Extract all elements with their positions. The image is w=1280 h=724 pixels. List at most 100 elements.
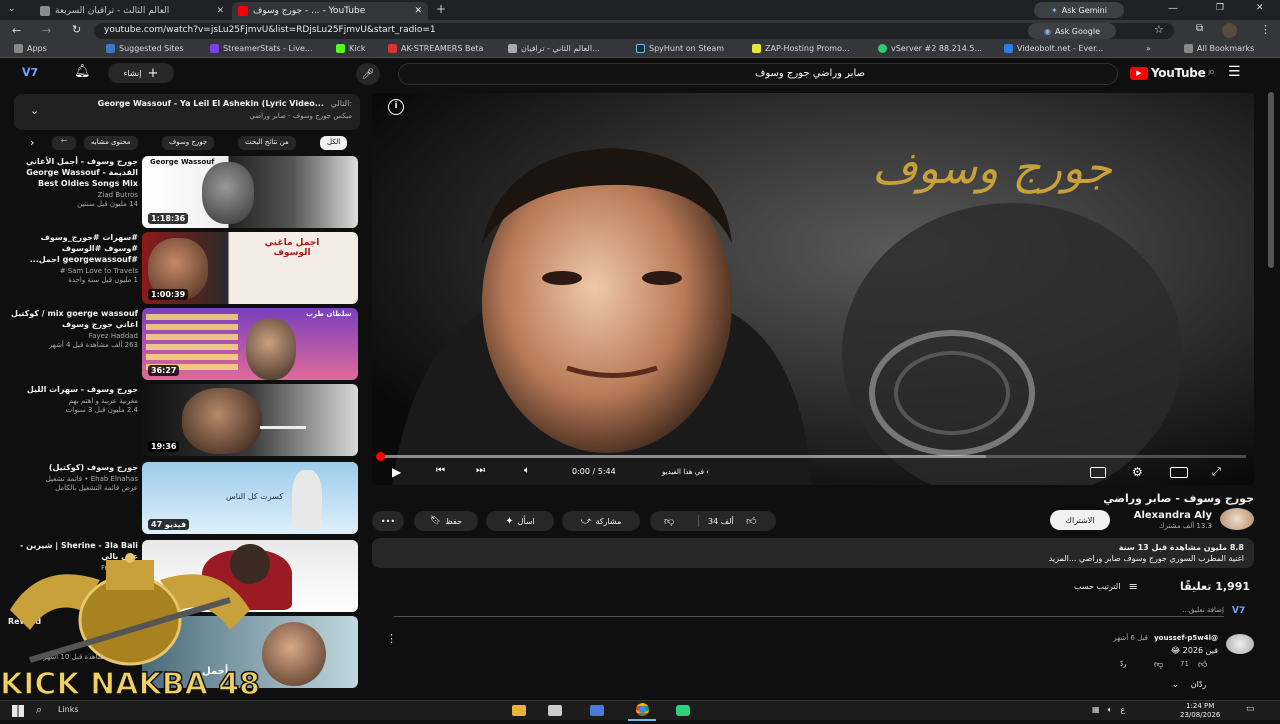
close-icon[interactable]: ✕ bbox=[216, 6, 224, 16]
chips-prev-arrow[interactable]: › bbox=[30, 136, 34, 149]
chips-fade-arrow[interactable]: ← bbox=[52, 136, 76, 150]
bookmarks-more[interactable]: » bbox=[1146, 44, 1151, 53]
chevron-down-icon[interactable]: ⌄ bbox=[30, 104, 39, 117]
tray-icons[interactable]: ▦ 🔈︎ ع bbox=[1092, 705, 1125, 715]
clock[interactable]: 1:24 PM 23/08/2026 bbox=[1180, 702, 1220, 720]
tab-travian[interactable]: العالم الثالث - ترافيان السريعة ✕ bbox=[34, 2, 230, 20]
next-button[interactable]: ⏭︎ bbox=[476, 465, 485, 476]
rec-title[interactable]: جورج وسوف - سهرات الليل bbox=[8, 384, 138, 395]
extensions-icon[interactable]: ⧉ bbox=[1196, 23, 1203, 34]
rec-thumbnail[interactable]: أجمل bbox=[142, 616, 358, 688]
chapter-button[interactable]: في هذا الفيديو ‹ bbox=[662, 468, 709, 476]
browser-menu-icon[interactable]: ⋮ bbox=[1260, 23, 1271, 36]
rec-channel[interactable]: Ehab Elnahas • قائمة تشغيل bbox=[8, 475, 138, 484]
back-button[interactable]: ← bbox=[12, 24, 21, 37]
recommendation-item[interactable]: Sherine - 3la Bali | شيرين - على بالي Fr… bbox=[8, 540, 360, 612]
video-player[interactable]: جورج وسوف i ▶ ⏮︎ ⏭︎ 🔈︎ 0:00 / 5:44 في هذ… bbox=[372, 93, 1254, 485]
bookmark-zap[interactable]: ZAP-Hosting Promo... bbox=[752, 44, 849, 53]
comment-like-icon[interactable]: 👍︎ bbox=[1198, 660, 1207, 670]
star-icon[interactable]: ☆ bbox=[1154, 23, 1164, 36]
share-button[interactable]: ⤻ مشاركة bbox=[562, 511, 640, 531]
rec-thumbnail[interactable]: سلطان طرب 36:27 bbox=[142, 308, 358, 380]
channel-logo-icon[interactable]: ᐯ7 bbox=[22, 66, 38, 79]
voice-search-button[interactable]: 🎤︎ bbox=[356, 63, 380, 85]
chrome-icon[interactable] bbox=[628, 703, 656, 721]
fullscreen-icon[interactable]: ⤢ bbox=[1212, 465, 1221, 479]
rec-thumbnail[interactable]: كسرت كل الناس 47 فيديو bbox=[142, 462, 358, 534]
comment-reply-button[interactable]: ردّ bbox=[1120, 660, 1127, 668]
bookmark-travian[interactable]: العالم الثاني - ترافيان... bbox=[508, 44, 600, 53]
file-explorer-icon[interactable] bbox=[512, 705, 526, 716]
tab-menu-button[interactable]: ⌄ bbox=[8, 4, 16, 14]
calculator-icon[interactable] bbox=[548, 705, 562, 716]
like-icon[interactable]: 👍︎ bbox=[746, 515, 756, 527]
recommendation-item[interactable]: جورج وسوف - أجمل الأغاني القديمة George … bbox=[8, 156, 360, 228]
chip-all[interactable]: الكل bbox=[320, 136, 348, 150]
ask-google-button[interactable]: ◉ Ask Google bbox=[1028, 23, 1116, 39]
app-icon[interactable] bbox=[590, 705, 604, 716]
dislike-button[interactable]: 👎︎ bbox=[664, 515, 674, 527]
ask-button[interactable]: ✦ اسأل bbox=[486, 511, 554, 531]
previous-button[interactable]: ⏮︎ bbox=[436, 465, 445, 476]
bookmark-apps[interactable]: Apps bbox=[14, 44, 47, 53]
recommendation-item[interactable]: جورج وسوف (كوكتيل) Ehab Elnahas • قائمة … bbox=[8, 462, 360, 534]
comment-dislike-icon[interactable]: 👎︎ bbox=[1154, 660, 1163, 670]
rec-title[interactable]: Rewind bbox=[8, 616, 138, 627]
url-field[interactable]: youtube.com/watch?v=jsLu25FjmvU&list=RDj… bbox=[94, 23, 1174, 39]
rec-channel[interactable]: Free Music bbox=[8, 564, 138, 573]
sort-button[interactable]: الترتيب حسب ≡ bbox=[1074, 580, 1138, 593]
streaming-app-icon[interactable] bbox=[676, 705, 690, 716]
youtube-logo[interactable]: ▶ YouTube JO bbox=[1130, 66, 1214, 80]
rec-title[interactable]: جورج وسوف - أجمل الأغاني القديمة George … bbox=[8, 156, 138, 189]
chip-george[interactable]: جورج وسوف bbox=[162, 136, 215, 150]
page-scrollbar[interactable] bbox=[1268, 92, 1274, 268]
channel-name[interactable]: Alexandra Aly bbox=[1134, 510, 1212, 521]
bookmark-vserver[interactable]: vServer #2 88.214.5... bbox=[878, 44, 982, 53]
rec-thumbnail[interactable]: اجمل ماغني الوسوف 1:00:39 bbox=[142, 232, 358, 304]
rec-channel[interactable]: Sam Love to Travels # bbox=[8, 267, 138, 276]
replies-toggle[interactable]: ⌄ ردّان bbox=[1172, 680, 1206, 689]
bookmark-streamerstats[interactable]: StreamerStats - Live... bbox=[210, 44, 313, 53]
minimize-button[interactable]: — bbox=[1168, 3, 1178, 14]
create-button[interactable]: إنشاء + bbox=[108, 63, 174, 83]
forward-button[interactable]: → bbox=[42, 24, 51, 37]
save-button[interactable]: 🔖︎ حفظ bbox=[414, 511, 478, 531]
recommendation-item[interactable]: #سهرات #جورج_وسوف #وسوف #الوسوف #georgew… bbox=[8, 232, 360, 304]
settings-gear-icon[interactable]: ⚙ bbox=[1132, 465, 1143, 479]
more-actions-button[interactable]: ••• bbox=[372, 511, 404, 531]
rec-thumbnail[interactable]: 19:36 bbox=[142, 384, 358, 456]
bookmark-all[interactable]: All Bookmarks bbox=[1184, 44, 1254, 53]
windows-start-icon[interactable] bbox=[12, 705, 24, 717]
rec-thumbnail[interactable] bbox=[142, 540, 358, 612]
close-icon[interactable]: ✕ bbox=[414, 6, 422, 16]
subscribe-button[interactable]: الاشتراك bbox=[1050, 510, 1110, 530]
recommendation-item[interactable]: جورج وسوف - سهرات الليل مغربية عربية و ا… bbox=[8, 384, 360, 456]
add-comment-input[interactable]: إضافة تعليق... bbox=[394, 606, 1224, 617]
search-taskbar-icon[interactable]: ⌕ bbox=[36, 703, 42, 717]
rec-title[interactable]: جورج وسوف (كوكتيل) bbox=[8, 462, 138, 473]
chip-similar[interactable]: محتوى مشابه bbox=[84, 136, 138, 150]
rec-title[interactable]: mix goerge wassouf / كوكتيل اغاني جورج و… bbox=[8, 308, 138, 330]
bookmark-suggested[interactable]: Suggested Sites bbox=[106, 44, 184, 53]
comment-more-icon[interactable]: ⋮ bbox=[386, 632, 397, 645]
bookmark-kick[interactable]: Kick bbox=[336, 44, 366, 53]
recommendation-item[interactable]: mix goerge wassouf / كوكتيل اغاني جورج و… bbox=[8, 308, 360, 380]
language-indicator[interactable]: ع bbox=[1120, 705, 1125, 715]
info-icon[interactable]: i bbox=[388, 99, 404, 115]
rec-thumbnail[interactable]: George Wassouf 1:18:36 bbox=[142, 156, 358, 228]
bookmark-akstreamers[interactable]: AK-STREAMERS Beta bbox=[388, 44, 483, 53]
volume-icon[interactable]: 🔈︎ bbox=[524, 465, 530, 476]
profile-avatar[interactable] bbox=[1222, 23, 1237, 38]
maximize-button[interactable]: ❐ bbox=[1216, 3, 1224, 13]
recommendation-item[interactable]: Rewind 10 مليون مشاهدة قبل 10 أشهر أجمل bbox=[8, 616, 360, 688]
bookmark-videobolt[interactable]: Videobolt.net - Ever... bbox=[1004, 44, 1103, 53]
rec-channel[interactable]: مغربية عربية و اهتم بهم bbox=[8, 397, 138, 406]
progress-bar[interactable] bbox=[376, 452, 1246, 461]
channel-avatar[interactable] bbox=[1220, 508, 1254, 530]
subtitles-icon[interactable] bbox=[1090, 467, 1106, 478]
comment-avatar[interactable] bbox=[1226, 634, 1254, 654]
ask-gemini-button[interactable]: ✦ Ask Gemini bbox=[1034, 2, 1124, 18]
rec-channel[interactable]: Fayez Haddad bbox=[8, 332, 138, 341]
scrubber-handle[interactable] bbox=[376, 452, 385, 461]
theater-mode-icon[interactable] bbox=[1170, 467, 1188, 478]
